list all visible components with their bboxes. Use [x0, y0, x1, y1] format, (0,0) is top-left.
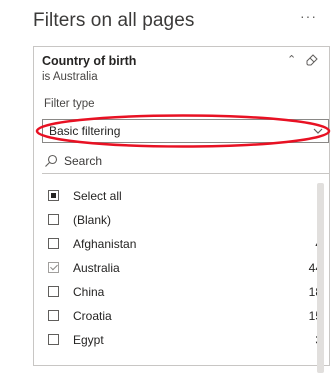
filter-value-label: Croatia [73, 309, 112, 323]
filter-value-checkbox[interactable] [48, 286, 59, 297]
filter-card: Country of birth is Australia ⌃ Filter t… [33, 46, 331, 373]
eraser-icon[interactable] [306, 54, 318, 66]
filter-value-checkbox[interactable] [48, 190, 59, 201]
filter-value-item[interactable]: (Blank) [42, 209, 322, 233]
filter-value-checkbox[interactable] [48, 262, 59, 273]
filter-value-item[interactable]: China 18 [42, 281, 322, 305]
filter-value-item[interactable]: Afghanistan4 [42, 233, 322, 257]
more-options-icon[interactable]: ··· [300, 8, 317, 24]
filter-type-dropdown[interactable]: Basic filtering [42, 119, 329, 143]
filter-value-checkbox[interactable] [48, 334, 59, 345]
search-icon [45, 154, 58, 167]
filter-value-item[interactable]: Egypt3 [42, 329, 322, 353]
filter-summary: is Australia [42, 71, 98, 83]
filter-value-label: Australia [73, 261, 120, 275]
list-scrollbar[interactable] [317, 183, 324, 373]
filter-value-label: Egypt [73, 333, 104, 347]
filter-value-checkbox[interactable] [48, 214, 59, 225]
filter-field-name[interactable]: Country of birth [42, 54, 136, 68]
filter-value-item[interactable]: Select all [42, 185, 322, 209]
filter-value-label: China [73, 285, 105, 299]
chevron-up-icon[interactable]: ⌃ [287, 53, 296, 66]
filter-value-item[interactable]: Australia 44 [42, 257, 322, 281]
filter-value-checkbox[interactable] [48, 310, 59, 321]
filter-value-label: Afghanistan [73, 237, 137, 251]
filter-value-checkbox[interactable] [48, 238, 59, 249]
chevron-down-icon[interactable] [308, 120, 328, 142]
filters-pane-title: Filters on all pages [33, 10, 195, 31]
filter-value-item[interactable]: Croatia 15 [42, 305, 322, 329]
search-input[interactable]: Search [64, 154, 102, 168]
filter-value-list: Select all (Blank) Afghanistan4Australia44… [42, 185, 322, 353]
filter-type-value: Basic filtering [49, 124, 121, 138]
filter-type-label: Filter type [44, 98, 95, 110]
filter-value-label: Select all [73, 189, 122, 203]
search-box[interactable]: Search [42, 151, 329, 174]
filter-value-label: (Blank) [73, 213, 112, 227]
